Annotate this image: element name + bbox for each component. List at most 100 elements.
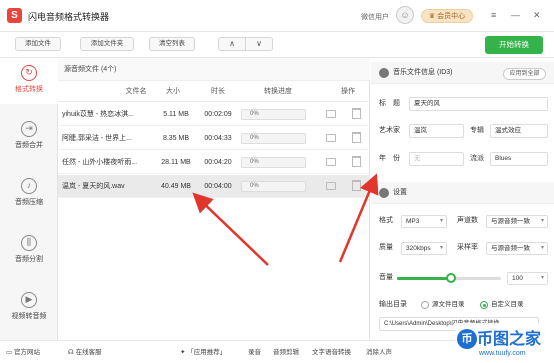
sidebar-item-label: 音频合并: [15, 142, 43, 149]
folder-icon[interactable]: [326, 110, 336, 118]
table-row[interactable]: yihuik苡慧 - 热恋冰淇... 5.11 MB 00:02:09 0%: [58, 103, 370, 126]
minimize-icon[interactable]: —: [511, 9, 520, 21]
website-link[interactable]: ▭ 官方网站: [6, 341, 40, 363]
sidebar-item-format-convert[interactable]: ↻ 格式转换: [0, 58, 58, 104]
chevron-down-icon: ▾: [439, 245, 443, 251]
sidebar-item-label: 音频分割: [15, 256, 43, 263]
volume-input[interactable]: 100 ▾: [507, 272, 548, 285]
table-row[interactable]: 温岚 - 夏天的风.wav 40.49 MB 00:04:00 0%: [58, 175, 370, 198]
file-list-header: 源音频文件 (4个): [58, 58, 370, 81]
table-row[interactable]: 阿睫,郭采洁 - 世界上... 8.35 MB 00:04:33 0%: [58, 127, 370, 150]
volume-value: 100: [512, 275, 523, 282]
watermark: 币 币图之家 www.tuufy.com: [455, 323, 554, 363]
chevron-down-icon: ▾: [540, 218, 544, 224]
format-value: MP3: [406, 218, 420, 225]
file-size: 8.35 MB: [162, 135, 190, 142]
monitor-icon: ▭: [6, 349, 14, 356]
chevron-down-icon: ▾: [540, 275, 544, 281]
settings-panel: 音乐文件信息 (ID3) 应用到全部 标 题 夏天的风 艺术家 温岚 专辑 温式…: [371, 58, 554, 340]
footer-link-edit[interactable]: 音频剪辑: [273, 341, 299, 363]
channel-label: 声道数: [457, 217, 478, 224]
folder-icon[interactable]: [326, 158, 336, 166]
footer-link-tts[interactable]: 文字语音转换: [312, 341, 351, 363]
volume-label: 音量: [379, 274, 393, 281]
gear-icon: [379, 188, 389, 198]
menu-icon[interactable]: ≡: [491, 9, 496, 21]
trash-icon[interactable]: [352, 180, 361, 191]
custom-dir-radio[interactable]: [480, 301, 488, 309]
clear-list-button[interactable]: 清空列表: [149, 37, 195, 51]
move-buttons: ∧ ∨: [218, 37, 273, 51]
volume-knob[interactable]: [446, 273, 457, 283]
user-name[interactable]: 微信用户: [361, 12, 389, 22]
file-list-panel: 源音频文件 (4个) 文件名 大小 时长 转换进度 操作 yihuik苡慧 - …: [58, 58, 370, 340]
file-name: 阿睫,郭采洁 - 世界上...: [62, 135, 132, 142]
support-link[interactable]: ☊ 在线客服: [68, 341, 102, 363]
sidebar-item-label: 视频转音频: [11, 313, 47, 320]
file-size: 40.49 MB: [161, 183, 191, 190]
table-row[interactable]: 任然 - 山外小楼夜听雨... 28.11 MB 00:04:20 0%: [58, 151, 370, 174]
member-center-button[interactable]: ♛ 会员中心: [421, 9, 473, 23]
file-duration: 00:04:20: [204, 159, 232, 166]
add-folder-button[interactable]: 添加文件夹: [80, 37, 134, 51]
sidebar-item-audio-compress[interactable]: ♪ 音频压缩: [0, 171, 58, 217]
album-field[interactable]: 温式效应: [490, 124, 548, 138]
close-icon[interactable]: ✕: [533, 9, 541, 21]
album-label: 专辑: [470, 127, 484, 134]
sidebar-item-label: 音频压缩: [15, 199, 43, 206]
progress-bar: 0%: [241, 157, 306, 168]
source-dir-radio[interactable]: [421, 301, 429, 309]
file-duration: 00:02:09: [204, 111, 232, 118]
source-dir-label[interactable]: 源文件目录: [432, 298, 465, 312]
trash-icon[interactable]: [352, 132, 361, 143]
progress-bar: 0%: [241, 133, 306, 144]
footer-link-record[interactable]: 录音: [248, 341, 261, 363]
folder-icon[interactable]: [326, 134, 336, 142]
crown-icon: ♛: [428, 13, 438, 20]
custom-dir-label[interactable]: 自定义目录: [491, 298, 524, 312]
year-field[interactable]: 无: [409, 152, 464, 166]
start-convert-button[interactable]: 开始转换: [485, 36, 543, 54]
trash-icon[interactable]: [352, 108, 361, 119]
samplerate-select[interactable]: 与源音频一致 ▾: [486, 242, 548, 255]
sidebar-item-label: 格式转换: [15, 86, 43, 93]
support-label: 在线客服: [75, 349, 102, 356]
add-file-button[interactable]: 添加文件: [15, 37, 61, 51]
file-name: 温岚 - 夏天的风.wav: [62, 183, 125, 190]
move-down-button[interactable]: ∨: [246, 38, 272, 50]
file-duration: 00:04:00: [204, 183, 232, 190]
format-select[interactable]: MP3 ▾: [401, 215, 447, 228]
app-title: 闪电音频格式转换器: [28, 12, 110, 22]
channel-select[interactable]: 与源音频一致 ▾: [486, 215, 548, 228]
column-duration: 时长: [211, 88, 225, 95]
avatar[interactable]: ☺: [396, 6, 414, 24]
trash-icon[interactable]: [352, 156, 361, 167]
column-progress: 转换进度: [264, 88, 292, 95]
file-size: 5.11 MB: [163, 111, 189, 118]
file-duration: 00:04:33: [204, 135, 232, 142]
volume-slider[interactable]: [397, 273, 501, 283]
artist-field[interactable]: 温岚: [409, 124, 464, 138]
genre-field[interactable]: Blues: [490, 152, 548, 166]
sidebar-item-video-to-audio[interactable]: ▶ 视频转音频: [0, 285, 58, 331]
sidebar-item-audio-merge[interactable]: ⇥ 音频合并: [0, 114, 58, 160]
website-label: 官方网站: [13, 349, 40, 356]
title-field[interactable]: 夏天的风: [409, 97, 548, 111]
headset-icon: ☊: [68, 349, 76, 356]
quality-select[interactable]: 320kbps ▾: [401, 242, 447, 255]
move-up-button[interactable]: ∧: [219, 38, 246, 50]
sidebar-item-audio-split[interactable]: ⫼ 音频分割: [0, 228, 58, 274]
quality-value: 320kbps: [406, 245, 431, 252]
table-header: 文件名 大小 时长 转换进度 操作: [58, 81, 370, 102]
section-title: 音乐文件信息 (ID3): [393, 69, 453, 76]
file-size: 28.11 MB: [161, 159, 191, 166]
apply-all-button[interactable]: 应用到全部: [503, 68, 546, 80]
folder-icon[interactable]: [326, 182, 336, 190]
chevron-down-icon: ▾: [540, 245, 544, 251]
play-icon: ▶: [21, 292, 37, 308]
music-note-icon: ♪: [21, 178, 37, 194]
watermark-logo-icon: 币: [457, 329, 477, 349]
footer-link-vocal-remove[interactable]: 消除人声: [366, 341, 392, 363]
id3-info-header: 音乐文件信息 (ID3) 应用到全部: [371, 62, 554, 84]
year-label: 年 份: [379, 155, 400, 162]
